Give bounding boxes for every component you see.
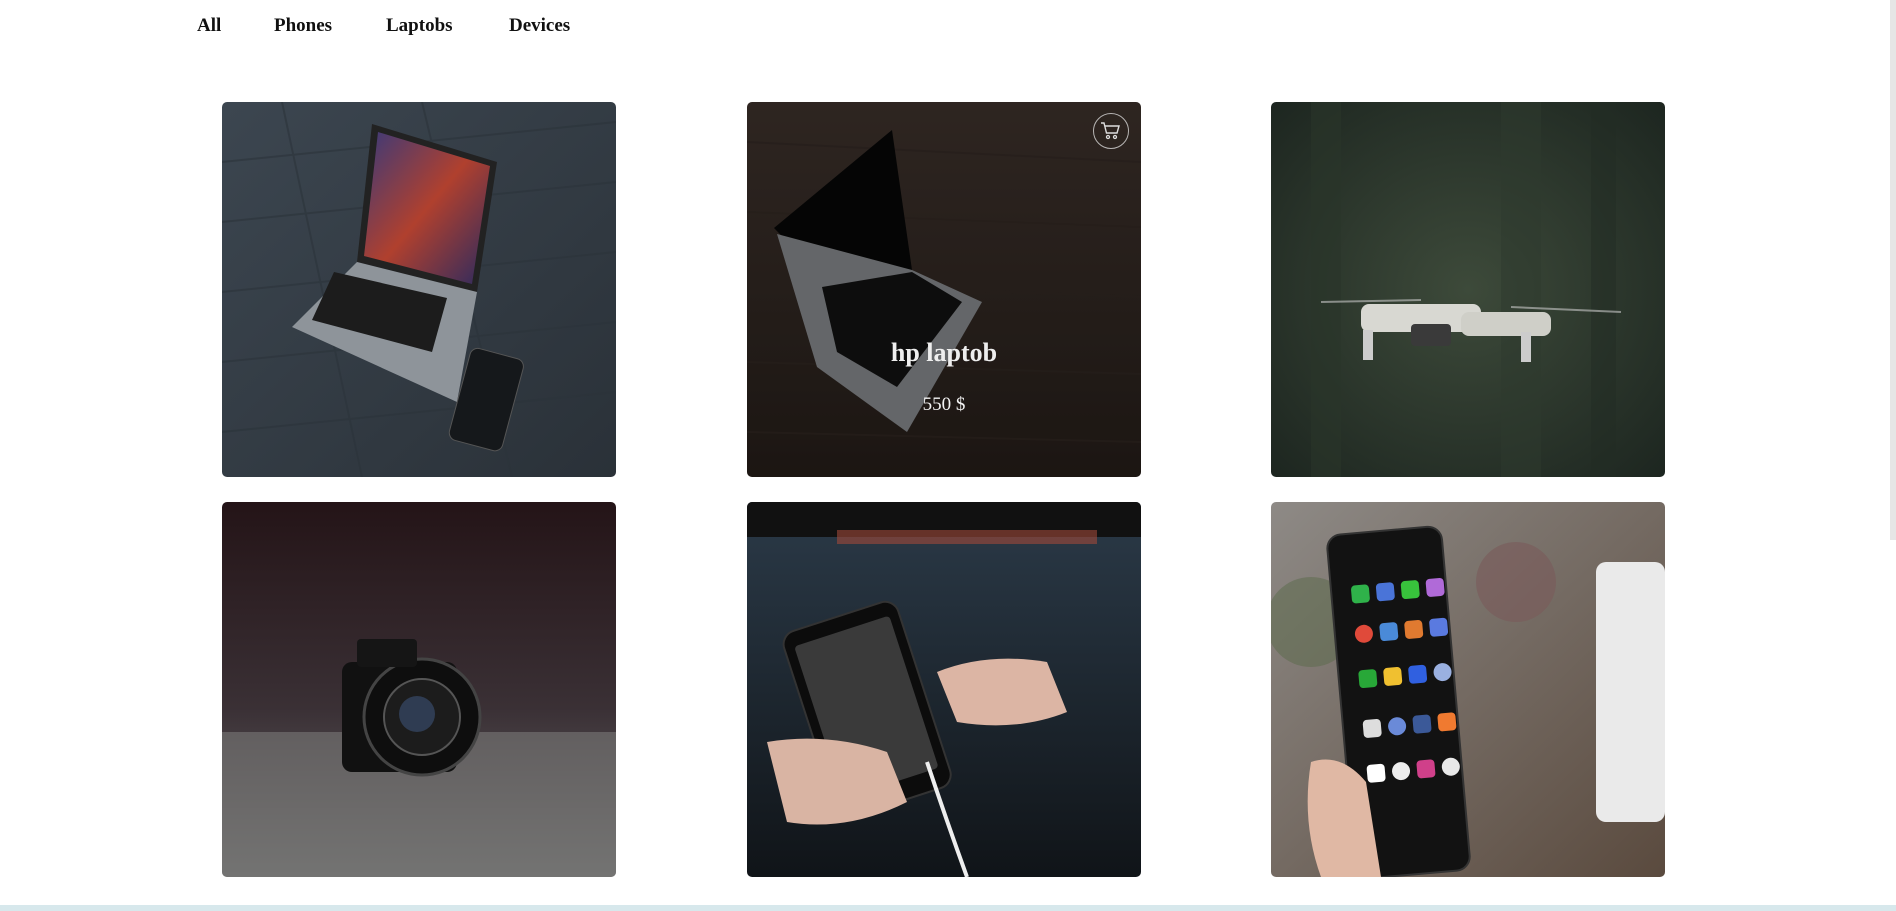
product-price: 550 $: [922, 394, 966, 415]
product-card-hp-laptop[interactable]: hp laptob 550 $: [747, 102, 1141, 477]
product-card[interactable]: [747, 502, 1141, 877]
product-card[interactable]: [1271, 102, 1665, 477]
filter-phones[interactable]: Phones: [274, 12, 332, 40]
laptop-phone-photo: [222, 102, 616, 477]
android-phone-photo: [1271, 502, 1665, 877]
product-card[interactable]: [1271, 502, 1665, 877]
filter-laptops[interactable]: Laptobs: [386, 12, 453, 40]
add-to-cart-button[interactable]: [1093, 113, 1129, 149]
phone-in-hands-photo: [747, 502, 1141, 877]
filter-devices[interactable]: Devices: [509, 12, 570, 40]
product-card[interactable]: [222, 102, 616, 477]
product-card[interactable]: [222, 502, 616, 877]
cart-icon: [1101, 122, 1120, 140]
product-title: hp laptob: [890, 338, 998, 367]
filter-all[interactable]: All: [197, 12, 221, 40]
drone-photo: [1271, 102, 1665, 477]
vertical-scrollbar[interactable]: [1890, 0, 1896, 540]
bottom-bar: [0, 905, 1896, 911]
camera-photo: [222, 502, 616, 877]
product-overlay: hp laptob 550 $: [747, 102, 1141, 477]
